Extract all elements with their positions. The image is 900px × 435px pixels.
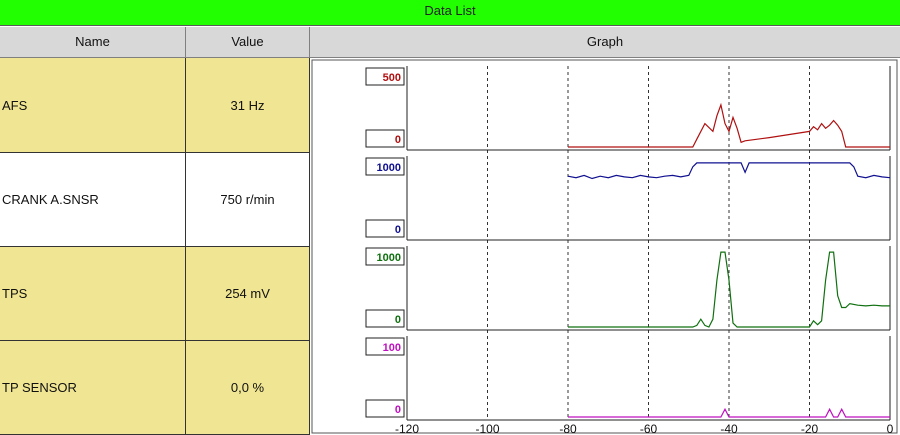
- x-tick-label: -80: [559, 422, 577, 435]
- row-value-cell: 750 r/min: [186, 153, 310, 247]
- row-name-cell: AFS: [0, 58, 186, 153]
- graph-area: 500010000100001000-120 -100 -80 -60 -40 -20 0: [311, 59, 898, 435]
- x-tick-label: -100: [475, 422, 499, 435]
- max-label: 1000: [377, 252, 401, 264]
- row-name-cell: CRANK A.SNSR: [0, 153, 186, 247]
- column-header-graph-label: Graph: [586, 34, 624, 49]
- x-tick-label: -40: [720, 422, 738, 435]
- column-header-value[interactable]: Value: [186, 27, 310, 58]
- row-name: TP SENSOR: [2, 380, 77, 395]
- table-row[interactable]: CRANK A.SNSR 750 r/min: [0, 153, 310, 247]
- row-value-cell: 0,0 %: [186, 341, 310, 435]
- column-header-value-label: Value: [231, 34, 264, 49]
- table-row[interactable]: AFS 31 Hz: [0, 58, 310, 153]
- min-label: 0: [395, 134, 401, 146]
- row-name: CRANK A.SNSR: [2, 192, 99, 207]
- row-name-cell: TPS: [0, 247, 186, 341]
- min-label: 0: [395, 224, 401, 236]
- max-label: 1000: [377, 162, 401, 174]
- column-header-name-label: Name: [75, 34, 110, 49]
- table-row[interactable]: TPS 254 mV: [0, 247, 310, 341]
- max-label: 100: [383, 342, 401, 354]
- window-title-bar: Data List: [0, 0, 900, 26]
- min-label: 0: [395, 404, 401, 416]
- row-name: AFS: [2, 97, 28, 113]
- row-value: 254 mV: [225, 286, 270, 301]
- x-tick-label: -20: [801, 422, 819, 435]
- table-row[interactable]: TP SENSOR 0,0 %: [0, 341, 310, 435]
- max-label: 500: [383, 72, 401, 84]
- x-tick-label: -60: [640, 422, 658, 435]
- column-header-graph[interactable]: Graph: [310, 27, 900, 58]
- x-tick-label: -120: [395, 422, 419, 435]
- column-header-name[interactable]: Name: [0, 27, 186, 58]
- row-value-cell: 31 Hz: [186, 58, 310, 153]
- min-label: 0: [395, 314, 401, 326]
- row-name: TPS: [2, 286, 28, 301]
- row-value: 31 Hz: [230, 97, 265, 113]
- x-tick-label: 0: [887, 422, 894, 435]
- row-value-cell: 254 mV: [186, 247, 310, 341]
- window-title: Data List: [424, 3, 476, 18]
- row-value: 0,0 %: [230, 380, 265, 395]
- row-name-cell: TP SENSOR: [0, 341, 186, 435]
- row-value: 750 r/min: [220, 192, 275, 207]
